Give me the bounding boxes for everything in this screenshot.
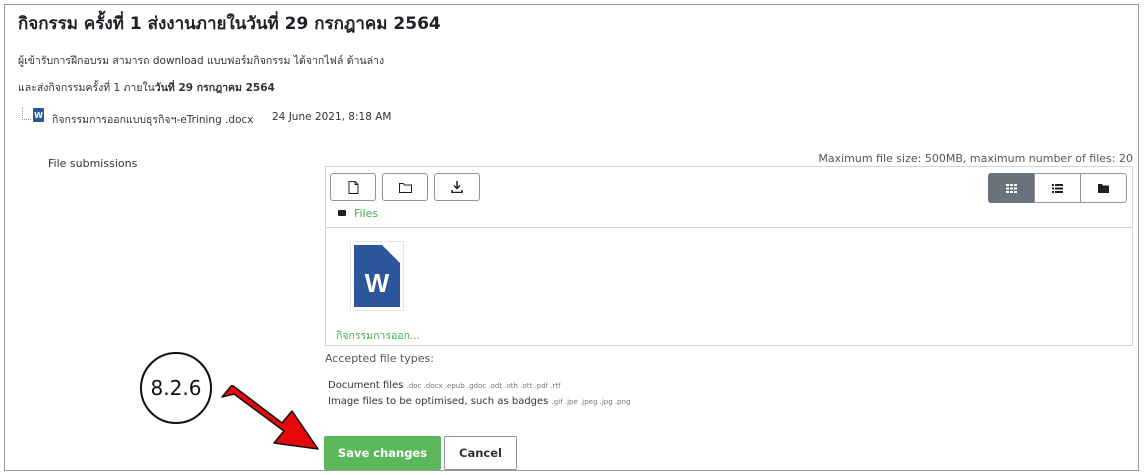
file-tile[interactable]: W กิจกรรมการออก... — [336, 241, 420, 344]
breadcrumb[interactable]: Files — [338, 207, 378, 220]
accepted-type-images: Image files to be optimised, such as bad… — [328, 396, 631, 407]
page-title: กิจกรรม ครั้งที่ 1 ส่งงานภายในวันที่ 29 … — [18, 14, 441, 34]
folder-icon — [398, 182, 412, 193]
attachment-link[interactable]: กิจกรรมการออกแบบธุรกิจฯ-eTrining .docx — [52, 111, 253, 128]
callout-arrow-icon — [221, 385, 319, 450]
step-callout: 8.2.6 — [140, 352, 212, 424]
download-icon — [451, 181, 463, 193]
word-doc-icon: W — [33, 108, 44, 122]
description-line1: ผู้เข้ารับการฝึกอบรม สามารถ download แบบ… — [18, 55, 385, 67]
grid-view-icon — [1006, 183, 1017, 193]
accepted-types-label: Accepted file types: — [325, 352, 434, 365]
cancel-button[interactable]: Cancel — [444, 436, 517, 470]
grid-view-button[interactable] — [988, 173, 1035, 203]
file-picker-toolbar: Files — [326, 167, 1132, 228]
add-file-button[interactable] — [330, 173, 376, 201]
file-picker: Files W กิจกรรมการออก... — [325, 166, 1133, 346]
download-all-button[interactable] — [434, 173, 480, 201]
description-line2: และส่งกิจกรรมครั้งที่ 1 ภายในวันที่ 29 ก… — [18, 82, 275, 94]
folder-icon — [338, 210, 346, 216]
breadcrumb-label: Files — [354, 207, 379, 220]
list-view-icon — [1052, 183, 1063, 193]
file-icon — [348, 180, 358, 194]
word-doc-icon: W — [350, 241, 404, 311]
tree-view-button[interactable] — [1080, 173, 1127, 203]
save-changes-button[interactable]: Save changes — [324, 436, 441, 470]
max-file-info: Maximum file size: 500MB, maximum number… — [818, 152, 1133, 165]
accepted-type-documents: Document files .doc .docx .epub .gdoc .o… — [328, 380, 561, 391]
list-view-button[interactable] — [1034, 173, 1081, 203]
create-folder-button[interactable] — [382, 173, 428, 201]
tree-view-icon — [1098, 183, 1109, 193]
file-tile-name: กิจกรรมการออก... — [336, 330, 420, 342]
field-label-file-submissions: File submissions — [48, 157, 138, 170]
tree-connector — [22, 107, 31, 120]
attachment-date: 24 June 2021, 8:18 AM — [272, 111, 392, 123]
